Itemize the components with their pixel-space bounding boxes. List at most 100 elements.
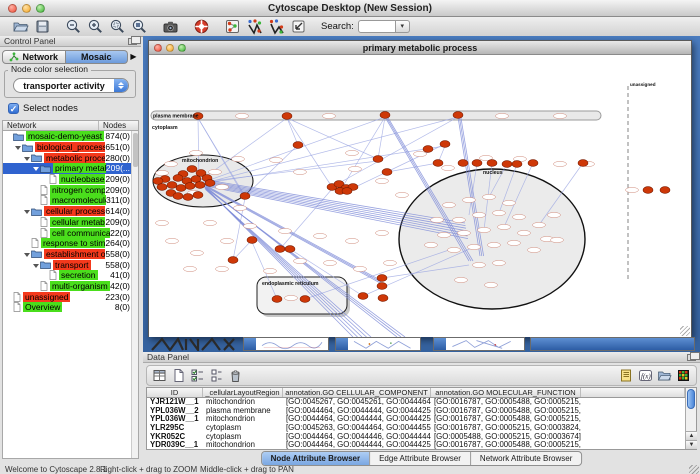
tree-row-secretion[interactable]: secretion41(0)	[3, 270, 138, 281]
tab-mosaic[interactable]: Mosaic	[66, 50, 129, 64]
new-attribute-icon[interactable]	[171, 368, 186, 383]
network-view-window[interactable]: primary metabolic process plasma membran…	[148, 40, 692, 337]
save-icon[interactable]	[34, 18, 51, 35]
select-attributes-icon[interactable]	[190, 368, 205, 383]
column-header-4[interactable]: annotation.GO MOLECULAR_FUNCTION	[431, 388, 581, 397]
tree-row-multi-organism-pro[interactable]: multi-organism pro42(0)	[3, 281, 138, 292]
tree-row-transport[interactable]: transport558(0)	[3, 259, 138, 270]
scroll-up-icon[interactable]: ▲	[686, 431, 697, 440]
network-manager-icon[interactable]	[224, 18, 241, 35]
folder-icon	[22, 143, 33, 152]
net-zoom-icon[interactable]	[178, 44, 186, 52]
network-canvas[interactable]: plasma membranecytoplasmmitochondrionnuc…	[149, 56, 691, 337]
import-network-icon[interactable]	[290, 18, 307, 35]
tree-row-label: multi-organism pro	[50, 281, 110, 291]
network-window-titlebar[interactable]: primary metabolic process	[149, 41, 691, 55]
zoom-fit-icon[interactable]	[131, 18, 148, 35]
net-minimize-icon[interactable]	[166, 44, 174, 52]
tab-overflow-arrow-icon[interactable]: ▶	[128, 50, 139, 64]
help-lifebuoy-icon[interactable]	[193, 18, 210, 35]
search-input[interactable]	[358, 20, 396, 33]
zoom-region-icon[interactable]	[109, 18, 126, 35]
column-header-5[interactable]	[581, 388, 685, 397]
minimized-window-1[interactable]	[243, 337, 329, 351]
zoom-in-icon[interactable]	[87, 18, 104, 35]
window-titlebar[interactable]: Cytoscape Desktop (New Session)	[0, 0, 700, 17]
unselect-attributes-icon[interactable]	[209, 368, 224, 383]
tree-row-cell-communicat[interactable]: cell communicat22(0)	[3, 227, 138, 238]
column-header-3[interactable]: annotation.GO CELLULAR_COMPONENT	[283, 388, 431, 397]
minimized-window-2[interactable]	[335, 337, 421, 351]
table-row[interactable]: YKR052Ccytoplasm[GO:0044464, GO:0044446,…	[147, 433, 696, 442]
expander-triangle-icon[interactable]	[23, 155, 31, 161]
select-nodes-checkbox[interactable]: ✓	[8, 103, 19, 114]
table-cell: mitochondrion	[203, 415, 283, 424]
float-panel-icon[interactable]	[128, 38, 137, 45]
import-attributes-icon[interactable]	[619, 368, 634, 383]
delete-attribute-icon[interactable]	[228, 368, 243, 383]
function-builder-icon[interactable]: f(x)	[638, 368, 653, 383]
table-row[interactable]: YPL036W__1mitochondrion[GO:0044464, GO:0…	[147, 415, 696, 424]
layout-a-icon[interactable]	[246, 18, 263, 35]
scroll-down-icon[interactable]: ▼	[686, 440, 697, 449]
tree-row-establishment-of-lo[interactable]: establishment of lo558(0)	[3, 249, 138, 260]
toolbar-group	[224, 18, 307, 35]
tree-row-node-count: 209(0)	[105, 174, 130, 184]
snapshot-camera-icon[interactable]	[162, 18, 179, 35]
network-graph-svg[interactable]: plasma membranecytoplasmmitochondrionnuc…	[149, 56, 691, 337]
open-attr-file-icon[interactable]	[657, 368, 672, 383]
tree-row-label: macromolecule	[50, 195, 106, 205]
table-row[interactable]: YPL036W__2plasma membrane[GO:0044464, GO…	[147, 407, 696, 416]
search-dropdown-icon[interactable]: ▾	[396, 20, 410, 33]
table-row[interactable]: YDR039C__1mitochondrion[GO:0044464, GO:0…	[147, 441, 696, 450]
tree-column-network[interactable]: Network	[3, 121, 99, 130]
minimized-window-3[interactable]	[433, 337, 525, 351]
column-header-1[interactable]: ID	[147, 388, 203, 397]
tab-network[interactable]: Network	[2, 50, 66, 64]
expander-triangle-icon[interactable]	[14, 144, 22, 150]
column-header-2[interactable]: _cellularLayoutRegion	[203, 388, 283, 397]
table-row[interactable]: YJR121W__1mitochondrion[GO:0045267, GO:0…	[147, 398, 696, 407]
tree-row-overview[interactable]: Overview8(0)	[3, 302, 138, 313]
tree-row-primary-metabo[interactable]: primary metabo209(...	[3, 163, 138, 174]
tree-row-macromolecule[interactable]: macromolecule311(0)	[3, 195, 138, 206]
node-color-combobox[interactable]: transporter activity	[13, 78, 129, 93]
expander-triangle-icon[interactable]	[32, 262, 40, 268]
tree-row-response-to-stimulu[interactable]: response to stimulu264(0)	[3, 238, 138, 249]
window-resize-grip[interactable]	[689, 465, 699, 474]
tree-row-biological-process[interactable]: biological_process651(0)	[3, 142, 138, 153]
tree-row-nucleobase-[interactable]: nucleobase-209(0)	[3, 174, 138, 185]
tree-column-nodes[interactable]: Nodes	[99, 121, 126, 130]
open-folder-icon[interactable]	[12, 18, 29, 35]
tree-row-node-count: 209(0)	[105, 185, 130, 195]
tree-row-cellular-metabo[interactable]: cellular metabo209(0)	[3, 217, 138, 228]
expander-triangle-icon[interactable]	[32, 165, 40, 171]
layout-b-icon[interactable]	[268, 18, 285, 35]
tree-row-unassigned[interactable]: unassigned223(0)	[3, 291, 138, 302]
leaf-icon	[40, 281, 48, 291]
control-panel-tabs: NetworkMosaic▶	[2, 49, 139, 64]
tree-row-mosaic-demo-yeast[interactable]: mosaic-demo-yeast874(0)	[3, 131, 138, 142]
search-index-icon[interactable]	[416, 18, 433, 35]
expander-triangle-icon[interactable]	[23, 251, 31, 257]
tree-row-nitrogen-compo[interactable]: nitrogen compo209(0)	[3, 184, 138, 195]
expander-triangle-icon[interactable]	[23, 208, 31, 214]
minimized-window-sketch[interactable]	[150, 337, 238, 351]
network-tab-icon	[9, 52, 19, 62]
heatmap-icon[interactable]	[676, 368, 691, 383]
table-row[interactable]: YLR295Ccytoplasm[GO:0045263, GO:0044464,…	[147, 424, 696, 433]
tree-row-cellular-process[interactable]: cellular process614(0)	[3, 206, 138, 217]
tree-scrollbar[interactable]	[131, 131, 138, 458]
tree-row-label: cellular process	[44, 206, 105, 216]
tree-row-node-count: 42(0)	[110, 281, 130, 291]
tree-row-node-count: 558(0)	[105, 260, 130, 270]
zoom-out-icon[interactable]	[65, 18, 82, 35]
tree-row-label: nucleobase-	[59, 174, 105, 184]
table-scrollbar[interactable]: ▲ ▼	[685, 388, 696, 449]
attribute-table-icon[interactable]	[152, 368, 167, 383]
net-close-icon[interactable]	[154, 44, 162, 52]
tree-row-metabolic-process[interactable]: metabolic process280(0)	[3, 152, 138, 163]
table-scroll-thumb[interactable]	[687, 389, 695, 409]
data-panel-float-icon[interactable]	[687, 354, 696, 361]
minimized-window-4[interactable]	[530, 337, 695, 351]
